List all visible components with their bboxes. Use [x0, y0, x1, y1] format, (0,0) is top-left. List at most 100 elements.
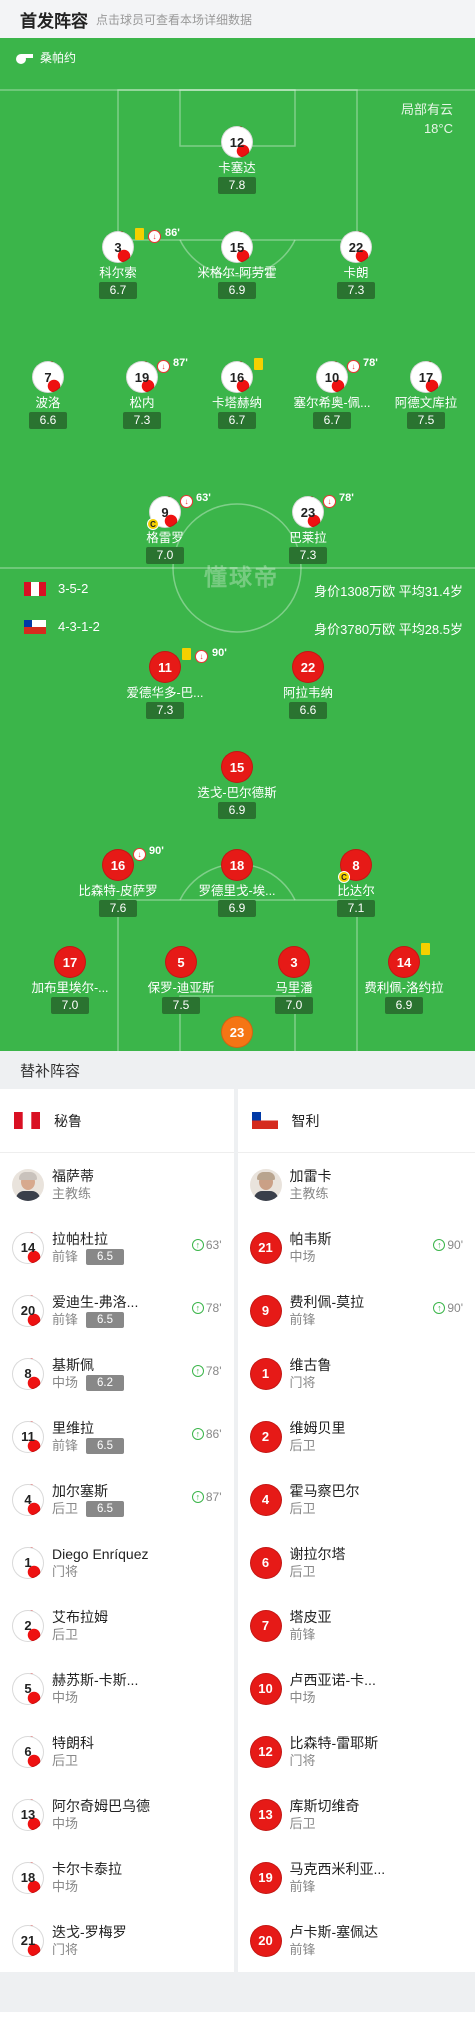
sub-position-row: 前锋 6.5 — [52, 1437, 125, 1455]
away-player[interactable]: 18 罗德里戈-埃... 6.9 — [182, 849, 292, 917]
player-rating: 6.6 — [29, 412, 67, 429]
jersey-number: 15 — [221, 751, 253, 783]
jersey-number: 16 — [221, 358, 263, 393]
jersey-number: 9 ↓ 63' C — [147, 492, 211, 530]
away-subs-team[interactable]: 智利 — [237, 1089, 475, 1153]
sub-position: 后卫 — [289, 1815, 316, 1831]
sub-name: 拉帕杜拉 — [52, 1230, 108, 1247]
player-number: 9 — [161, 504, 169, 520]
away-player[interactable]: 17 加布里埃尔-... 7.0 — [15, 946, 125, 1014]
away-player[interactable]: 14 费利佩-洛约拉 6.9 — [349, 943, 459, 1014]
sub-time: 78' — [339, 492, 354, 504]
player-number: 12 — [229, 134, 245, 150]
peru-flag-icon — [14, 1112, 40, 1129]
home-player[interactable]: 17 阿德文库拉 7.5 — [371, 361, 475, 429]
sub-number: 6 — [249, 1546, 282, 1579]
away-player[interactable]: 5 保罗-迪亚斯 7.5 — [126, 946, 236, 1014]
sub-position: 中场 — [289, 1689, 316, 1705]
sub-position: 后卫 — [289, 1500, 316, 1516]
sub-name: 阿尔奇姆巴乌德 — [52, 1797, 150, 1814]
home-sub-row[interactable]: 2 艾布拉姆 后卫 — [0, 1594, 234, 1657]
away-sub-row[interactable]: 21 帕韦斯 中场 ↑ 90' — [238, 1216, 475, 1279]
jersey-number: 23 ↓ 78' — [292, 492, 354, 528]
sub-number: 2 — [249, 1420, 282, 1453]
away-sub-row[interactable]: 20 卢卡斯-塞佩达 前锋 — [238, 1909, 475, 1972]
home-subs-team[interactable]: 秘鲁 — [0, 1089, 234, 1153]
home-sub-row[interactable]: 11 里维拉 前锋 6.5 ↑ 86' — [0, 1405, 234, 1468]
player-name: 比森特-皮萨罗 — [78, 884, 158, 898]
sub-position: 门将 — [52, 1563, 79, 1579]
away-sub-row[interactable]: 13 库斯切维奇 后卫 — [238, 1783, 475, 1846]
player-name: 加布里埃尔-... — [31, 981, 109, 995]
player-name: 罗德里戈-埃... — [198, 884, 276, 898]
home-sub-row[interactable]: 21 迭戈-罗梅罗 门将 — [0, 1909, 234, 1972]
sub-name: 艾布拉姆 — [52, 1608, 108, 1625]
home-player[interactable]: 9 ↓ 63' C 格雷罗 7.0 — [110, 492, 220, 564]
coach-role: 主教练 — [52, 1185, 92, 1201]
coach-avatar — [249, 1168, 282, 1201]
away-sub-row[interactable]: 10 卢西亚诺-卡... 中场 — [238, 1657, 475, 1720]
chile-flag-icon — [24, 619, 46, 634]
away-player[interactable]: 22 阿拉韦纳 6.6 — [253, 651, 363, 719]
home-sub-row[interactable]: 1 Diego Enríquez 门将 — [0, 1531, 234, 1594]
sub-position: 中场 — [52, 1689, 79, 1705]
player-rating: 7.0 — [146, 547, 184, 564]
sub-position-row: 中场 — [290, 1248, 332, 1266]
home-sub-row[interactable]: 8 基斯佩 中场 6.2 ↑ 78' — [0, 1342, 234, 1405]
home-player[interactable]: 23 ↓ 78' 巴莱拉 7.3 — [253, 492, 363, 564]
away-sub-row[interactable]: 2 维姆贝里 后卫 — [238, 1405, 475, 1468]
home-player[interactable]: 19 ↓ 87' 松内 7.3 — [87, 357, 197, 429]
sub-number: 20 — [249, 1924, 282, 1957]
away-player[interactable]: 3 马里潘 7.0 — [239, 946, 349, 1014]
sub-position-row: 后卫 — [290, 1563, 346, 1581]
player-rating: 7.0 — [51, 997, 89, 1014]
away-sub-row[interactable]: 12 比森特-雷耶斯 门将 — [238, 1720, 475, 1783]
sub-in-icon: ↑ — [191, 1428, 204, 1440]
away-sub-row[interactable]: 9 费利佩-莫拉 前锋 ↑ 90' — [238, 1279, 475, 1342]
sub-position-row: 门将 — [290, 1752, 379, 1770]
jersey-number: 16 ↓ 90' — [102, 845, 164, 881]
player-rating: 7.5 — [162, 997, 200, 1014]
sub-time: 63' — [196, 492, 211, 504]
away-player[interactable]: 15 迭戈-巴尔德斯 6.9 — [182, 751, 292, 819]
sub-number: 7 — [249, 1609, 282, 1642]
sub-rating: 6.5 — [86, 1500, 125, 1517]
player-number: 10 — [324, 369, 340, 385]
away-sub-row[interactable]: 19 马克西米利亚... 前锋 — [238, 1846, 475, 1909]
home-sub-row[interactable]: 13 阿尔奇姆巴乌德 中场 — [0, 1783, 234, 1846]
player-rating: 7.3 — [123, 412, 161, 429]
home-sub-row[interactable]: 4 加尔塞斯 后卫 6.5 ↑ 87' — [0, 1468, 234, 1531]
player-number: 3 — [114, 239, 122, 255]
home-sub-row[interactable]: 14 拉帕杜拉 前锋 6.5 ↑ 63' — [0, 1216, 234, 1279]
home-player[interactable]: 22 卡朗 7.3 — [301, 231, 411, 299]
home-sub-row[interactable]: 5 赫苏斯-卡斯... 中场 — [0, 1657, 234, 1720]
sub-position: 中场 — [52, 1815, 79, 1831]
home-sub-row[interactable]: 20 爱迪生-弗洛... 前锋 6.5 ↑ 78' — [0, 1279, 234, 1342]
home-sub-row[interactable]: 6 特朗科 后卫 — [0, 1720, 234, 1783]
player-number: 5 — [177, 954, 185, 970]
away-player[interactable]: 11 ↓ 90' 爱德华多-巴... 7.3 — [110, 647, 227, 719]
away-sub-row[interactable]: 7 塔皮亚 前锋 — [238, 1594, 475, 1657]
away-sub-row[interactable]: 6 谢拉尔塔 后卫 — [238, 1531, 475, 1594]
home-player[interactable]: 16 卡塔赫纳 6.7 — [182, 358, 292, 429]
jersey-number: 22 — [340, 231, 372, 263]
away-player[interactable]: 16 ↓ 90' 比森特-皮萨罗 7.6 — [63, 845, 173, 917]
away-player[interactable]: 23科尔特斯★8.7 — [182, 1016, 292, 1051]
sub-number: 18 — [12, 1861, 44, 1894]
away-coach-row[interactable]: 加雷卡 主教练 — [238, 1153, 475, 1216]
home-player[interactable]: 15 米格尔-阿劳霍 6.9 — [182, 231, 292, 299]
sub-position: 后卫 — [52, 1500, 79, 1516]
away-player[interactable]: 8 C 比达尔 7.1 — [301, 849, 411, 917]
home-player[interactable]: 3 ↓ 86' 科尔索 6.7 — [63, 227, 180, 299]
home-sub-row[interactable]: 18 卡尔卡泰拉 中场 — [0, 1846, 234, 1909]
player-number: 19 — [134, 369, 150, 385]
player-name: 格雷罗 — [146, 531, 184, 545]
away-sub-row[interactable]: 1 维古鲁 门将 — [238, 1342, 475, 1405]
home-player[interactable]: 12 卡塞达 7.8 — [182, 126, 292, 194]
jersey-number: 8C — [338, 849, 372, 883]
sub-position-row: 前锋 — [290, 1311, 365, 1329]
away-sub-row[interactable]: 4 霍马察巴尔 后卫 — [238, 1468, 475, 1531]
home-coach-row[interactable]: 福萨蒂 主教练 — [0, 1153, 234, 1216]
player-number: 14 — [396, 954, 412, 970]
sub-rating: 6.5 — [86, 1248, 125, 1265]
